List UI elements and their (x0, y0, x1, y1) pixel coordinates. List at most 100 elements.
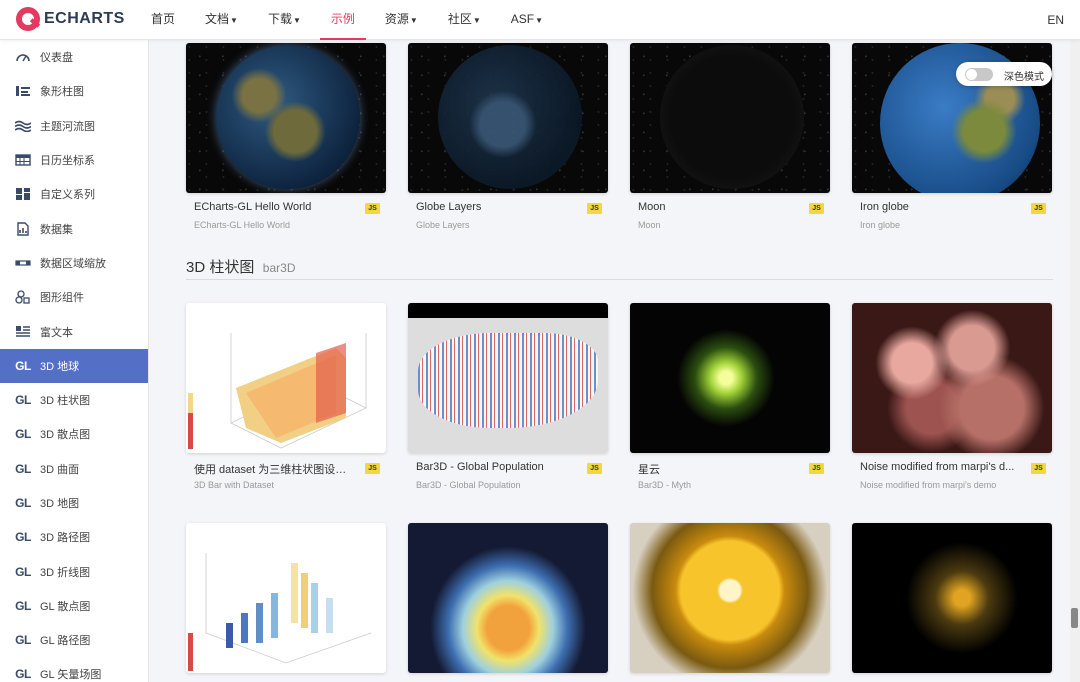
example-card[interactable]: Globe Layers Globe Layers JS (408, 43, 608, 230)
section-header-bar3d: 3D 柱状图 bar3D (186, 256, 1053, 280)
globe-image (216, 45, 360, 189)
sidebar-item-calendar[interactable]: 日历坐标系 (0, 143, 148, 177)
example-title[interactable]: Globe Layers (416, 201, 576, 213)
example-thumbnail[interactable] (408, 523, 608, 673)
example-thumbnail[interactable] (852, 523, 1052, 673)
sidebar-item-label: 图形组件 (40, 292, 84, 305)
moon-image (660, 45, 804, 189)
sidebar-item-label: 象形柱图 (40, 86, 84, 99)
language-switch[interactable]: EN (1047, 0, 1064, 40)
example-thumbnail[interactable] (186, 43, 386, 193)
example-thumbnail[interactable] (630, 303, 830, 453)
toggle-switch[interactable] (965, 68, 993, 81)
gl-icon: GL (15, 496, 31, 510)
sidebar-item-label: GL 矢量场图 (40, 669, 102, 682)
sidebar-item-label: 仪表盘 (40, 52, 73, 65)
echarts-logo[interactable]: ECHARTS (16, 7, 125, 31)
example-card[interactable] (186, 523, 386, 673)
toggle-knob (966, 69, 977, 80)
example-title[interactable]: Bar3D - Global Population (416, 461, 576, 473)
page-scrollbar[interactable] (1070, 40, 1080, 682)
example-card[interactable]: Bar3D - Global Population Bar3D - Global… (408, 303, 608, 490)
js-badge: JS (809, 203, 824, 214)
nav-docs-label: 文档 (205, 12, 230, 26)
sidebar-item-theme-river[interactable]: 主题河流图 (0, 109, 148, 143)
sidebar-item-gl-lines[interactable]: GL GL 路径图 (0, 623, 148, 657)
chevron-down-icon: ▼ (409, 16, 418, 25)
sidebar-item-3d-map[interactable]: GL 3D 地图 (0, 486, 148, 520)
example-thumbnail[interactable] (630, 43, 830, 193)
example-thumbnail[interactable] (186, 303, 386, 453)
example-title[interactable]: Moon (638, 201, 798, 213)
sidebar-item-label: 数据区域缩放 (40, 257, 106, 270)
sidebar-item-label: 3D 路径图 (40, 532, 91, 545)
example-subtitle: Moon (638, 220, 661, 230)
example-card[interactable]: 星云 Bar3D - Myth JS (630, 303, 830, 490)
section-subtitle: bar3D (262, 261, 296, 275)
3d-bar-chart-image (188, 553, 372, 671)
example-thumbnail[interactable] (852, 303, 1052, 453)
sidebar-item-3d-scatter[interactable]: GL 3D 散点图 (0, 417, 148, 451)
chevron-down-icon: ▼ (472, 16, 481, 25)
gl-icon: GL (15, 598, 31, 613)
sidebar-item-3d-globe[interactable]: GL 3D 地球 (0, 348, 148, 383)
logo-text: ECHARTS (44, 10, 125, 27)
example-subtitle: Iron globe (860, 220, 901, 230)
sidebar-item-gl-flowgl[interactable]: GL GL 矢量场图 (0, 657, 148, 682)
sidebar-item-pictorial-bar[interactable]: 象形柱图 (0, 74, 148, 108)
dark-mode-toggle[interactable]: 深色模式 (956, 62, 1052, 86)
sidebar-item-gl-scatter[interactable]: GL GL 散点图 (0, 589, 148, 623)
sidebar-item-gauge[interactable]: 仪表盘 (0, 40, 148, 74)
nav-community[interactable]: 社区▼ (437, 0, 492, 40)
example-thumbnail[interactable] (630, 523, 830, 673)
js-badge: JS (365, 203, 380, 214)
sidebar-item-3d-bar[interactable]: GL 3D 柱状图 (0, 383, 148, 417)
example-title[interactable]: 使用 dataset 为三维柱状图设置... (194, 461, 354, 477)
sidebar-item-dataset[interactable]: 数据集 (0, 211, 148, 245)
sidebar-item-label: 主题河流图 (40, 120, 95, 133)
sidebar-item-label: 3D 地图 (40, 498, 80, 510)
nav-download[interactable]: 下载▼ (257, 0, 312, 40)
example-thumbnail[interactable] (186, 523, 386, 673)
sidebar-item-rich-text[interactable]: 富文本 (0, 314, 148, 348)
sidebar-item-3d-line[interactable]: GL 3D 折线图 (0, 554, 148, 588)
sidebar-item-label: 富文本 (40, 326, 73, 339)
example-thumbnail[interactable] (408, 303, 608, 453)
example-title[interactable]: 星云 (638, 461, 798, 477)
nav-asf[interactable]: ASF▼ (500, 0, 554, 40)
sidebar-item-datazoom[interactable]: 数据区域缩放 (0, 246, 148, 280)
gl-icon: GL (15, 358, 31, 373)
example-title[interactable]: Iron globe (860, 201, 1020, 213)
pictorial-bar-icon (14, 84, 32, 98)
sidebar-item-custom-series[interactable]: 自定义系列 (0, 177, 148, 211)
gl-icon: GL (15, 427, 31, 442)
example-card[interactable]: Noise modified from marpi's d... Noise m… (852, 303, 1052, 490)
example-subtitle: 3D Bar with Dataset (194, 480, 275, 490)
example-title[interactable]: ECharts-GL Hello World (194, 201, 354, 213)
sidebar-item-3d-lines[interactable]: GL 3D 路径图 (0, 520, 148, 554)
scrollbar-thumb[interactable] (1071, 608, 1078, 628)
sidebar-item-graphic[interactable]: 图形组件 (0, 280, 148, 314)
example-card[interactable] (852, 523, 1052, 673)
nav-home[interactable]: 首页 (140, 0, 186, 40)
nav-examples[interactable]: 示例 (319, 0, 366, 40)
example-thumbnail[interactable] (408, 43, 608, 193)
nav-docs[interactable]: 文档▼ (194, 0, 249, 40)
example-card[interactable] (408, 523, 608, 673)
example-card[interactable] (630, 523, 830, 673)
nav-home-label: 首页 (151, 12, 176, 26)
js-badge: JS (809, 463, 824, 474)
example-card[interactable]: ECharts-GL Hello World ECharts-GL Hello … (186, 43, 386, 230)
sidebar-item-label: GL 路径图 (40, 635, 91, 648)
sidebar-item-label: 日历坐标系 (40, 155, 95, 168)
gl-icon: GL (15, 564, 31, 579)
gl-icon: GL (15, 633, 31, 648)
example-title[interactable]: Noise modified from marpi's d... (860, 461, 1020, 473)
example-card[interactable]: 使用 dataset 为三维柱状图设置... 3D Bar with Datas… (186, 303, 386, 490)
example-card[interactable]: Moon Moon JS (630, 43, 830, 230)
js-badge: JS (587, 203, 602, 214)
sidebar-item-3d-surface[interactable]: GL 3D 曲面 (0, 452, 148, 486)
nav-examples-label: 示例 (330, 12, 355, 26)
nav-resources[interactable]: 资源▼ (374, 0, 429, 40)
section-title: 3D 柱状图 (186, 259, 255, 276)
